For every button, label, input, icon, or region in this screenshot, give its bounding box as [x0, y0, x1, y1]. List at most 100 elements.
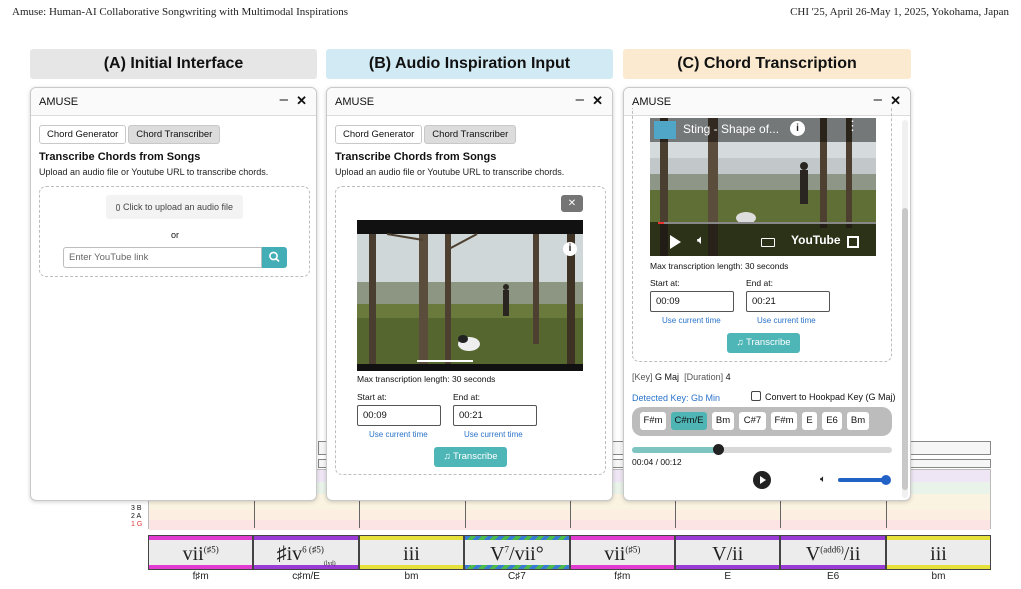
end-time-input[interactable]: 00:21 — [453, 405, 537, 426]
use-current-end-link[interactable]: Use current time — [757, 316, 816, 325]
close-button[interactable]: ✕ — [592, 93, 603, 109]
dismiss-video-button[interactable]: ✕ — [561, 195, 583, 212]
duration-prefix: [Duration] — [684, 372, 724, 382]
close-button[interactable]: ✕ — [296, 93, 307, 109]
roman-numeral-part: (♯5) — [203, 544, 219, 555]
roman-numeral-part: V — [712, 543, 727, 565]
end-at-label: End at: — [746, 278, 773, 288]
transcribe-button[interactable]: ♫ Transcribe — [434, 447, 507, 467]
roman-numeral-cell[interactable]: V(add6)/ii — [780, 535, 886, 570]
minimize-button[interactable]: – — [576, 91, 584, 108]
roman-numeral-cell[interactable]: ♯iv6 (♯5) (lyd) — [253, 535, 359, 570]
youtube-logo[interactable]: YouTube — [791, 233, 841, 247]
info-icon[interactable]: i — [790, 121, 805, 136]
volume-slider-handle[interactable] — [880, 475, 891, 485]
amuse-window-audio-input: AMUSE – ✕ Chord Generator Chord Transcrib… — [326, 87, 613, 501]
playback-progress-track[interactable] — [632, 444, 892, 455]
use-current-start-link[interactable]: Use current time — [662, 316, 721, 325]
section-heading: Transcribe Chords from Songs — [335, 151, 497, 163]
use-current-start-link[interactable]: Use current time — [369, 430, 428, 439]
section-description: Upload an audio file or Youtube URL to t… — [39, 167, 269, 177]
end-time-input[interactable]: 00:21 — [746, 291, 830, 312]
volume-slider[interactable] — [838, 475, 891, 485]
function-color-band — [149, 536, 253, 540]
roman-numeral-cell[interactable]: V7/vii° — [464, 535, 570, 570]
youtube-video-player[interactable]: Sting - Shape of... i ⋮ 🔈︎ YouTube — [650, 118, 876, 256]
upload-dropzone: ✕ i Max transcription length: 30 seconds… — [335, 186, 606, 475]
roman-numeral-cell[interactable]: vii(♯5) — [148, 535, 254, 570]
start-time-input[interactable]: 00:09 — [650, 291, 734, 312]
tab-bar: Chord Generator Chord Transcriber — [335, 124, 518, 144]
convert-key-checkbox[interactable] — [751, 391, 761, 401]
search-button[interactable] — [262, 247, 287, 268]
minimize-button[interactable]: – — [280, 91, 288, 108]
video-title: Sting - Shape of... — [683, 122, 780, 136]
lane-label: 3 B — [131, 505, 142, 512]
start-time-input[interactable]: 00:09 — [357, 405, 441, 426]
volume-icon: 🔈︎ — [820, 474, 826, 485]
video-player[interactable]: i — [357, 220, 583, 371]
close-button[interactable]: ✕ — [890, 93, 901, 109]
chord-chip[interactable]: C#m/E — [671, 412, 707, 430]
function-color-band — [886, 536, 991, 540]
upload-audio-label: Click to upload an audio file — [122, 202, 234, 212]
fullscreen-icon[interactable] — [847, 236, 859, 248]
tab-chord-generator[interactable]: Chord Generator — [335, 125, 423, 144]
upload-dropzone[interactable]: Click to upload an audio file or Enter Y… — [39, 186, 310, 277]
transcribe-button[interactable]: ♫ Transcribe — [727, 333, 800, 353]
max-length-note: Max transcription length: 30 seconds — [650, 261, 789, 271]
tab-chord-generator[interactable]: Chord Generator — [39, 125, 127, 144]
chord-chip[interactable]: C#7 — [739, 412, 766, 430]
chord-name-label: bm — [404, 571, 419, 582]
roman-numeral-cell[interactable]: iii — [358, 535, 465, 570]
play-button[interactable] — [753, 471, 771, 489]
minimize-button[interactable]: – — [874, 91, 882, 108]
info-icon[interactable]: i — [563, 242, 577, 256]
chord-chip[interactable]: Bm — [847, 412, 869, 430]
youtube-link-input[interactable]: Enter YouTube link — [63, 247, 262, 268]
chord-chip[interactable]: F#m — [771, 412, 797, 430]
detected-key: Detected Key: Gb Min — [632, 393, 721, 403]
roman-numeral-cell[interactable]: V/ii — [675, 535, 781, 570]
play-icon[interactable] — [670, 235, 681, 249]
chord-chip[interactable]: F#m — [640, 412, 666, 430]
playback-progress-handle[interactable] — [712, 444, 724, 455]
tab-chord-transcriber[interactable]: Chord Transcriber — [424, 125, 517, 144]
upload-audio-button[interactable]: Click to upload an audio file — [106, 195, 243, 219]
section-description: Upload an audio file or Youtube URL to t… — [335, 167, 565, 177]
banner-initial-interface: (A) Initial Interface — [30, 49, 317, 79]
chord-chip[interactable]: E6 — [822, 412, 842, 430]
volume-icon[interactable]: 🔈︎ — [697, 232, 705, 248]
duration-value: 4 — [725, 372, 731, 382]
captions-icon[interactable] — [761, 238, 775, 247]
roman-numeral-part: (lyd) — [323, 561, 336, 567]
roman-numeral-label: V/ii — [676, 543, 779, 566]
video-frame-park — [357, 220, 583, 371]
function-color-band — [781, 536, 885, 540]
use-current-end-link[interactable]: Use current time — [464, 430, 523, 439]
playback-time: 00:04 / 00:12 — [632, 457, 682, 467]
chord-name-label: c♯m/E — [292, 571, 320, 582]
chord-chip[interactable]: E — [802, 412, 817, 430]
scrollbar-thumb[interactable] — [902, 208, 908, 490]
roman-numeral-cell[interactable]: vii(♯5) — [569, 535, 675, 570]
function-color-band — [570, 536, 674, 540]
roman-numeral-part: 6 (♯5) — [302, 544, 324, 555]
roman-numeral-part: V — [490, 543, 505, 565]
microphone-icon — [115, 204, 120, 211]
convert-key-label: Convert to Hookpad Key (G Maj) — [765, 392, 896, 402]
start-at-label: Start at: — [650, 278, 680, 288]
window-title: AMUSE — [632, 96, 672, 108]
tab-chord-transcriber[interactable]: Chord Transcriber — [128, 125, 221, 144]
roman-numeral-part: iii — [403, 543, 420, 565]
scrollbar-track[interactable] — [902, 120, 908, 498]
window-title: AMUSE — [39, 96, 79, 108]
roman-numeral-part: (♯5) — [625, 544, 641, 555]
roman-numeral-cell[interactable]: iii — [885, 535, 992, 570]
chord-chip[interactable]: Bm — [712, 412, 734, 430]
more-options-icon[interactable]: ⋮ — [846, 118, 859, 134]
max-length-note: Max transcription length: 30 seconds — [357, 374, 496, 384]
end-at-label: End at: — [453, 392, 480, 402]
key-value: G Maj — [655, 372, 680, 382]
roman-numeral-part: iv — [286, 543, 303, 565]
